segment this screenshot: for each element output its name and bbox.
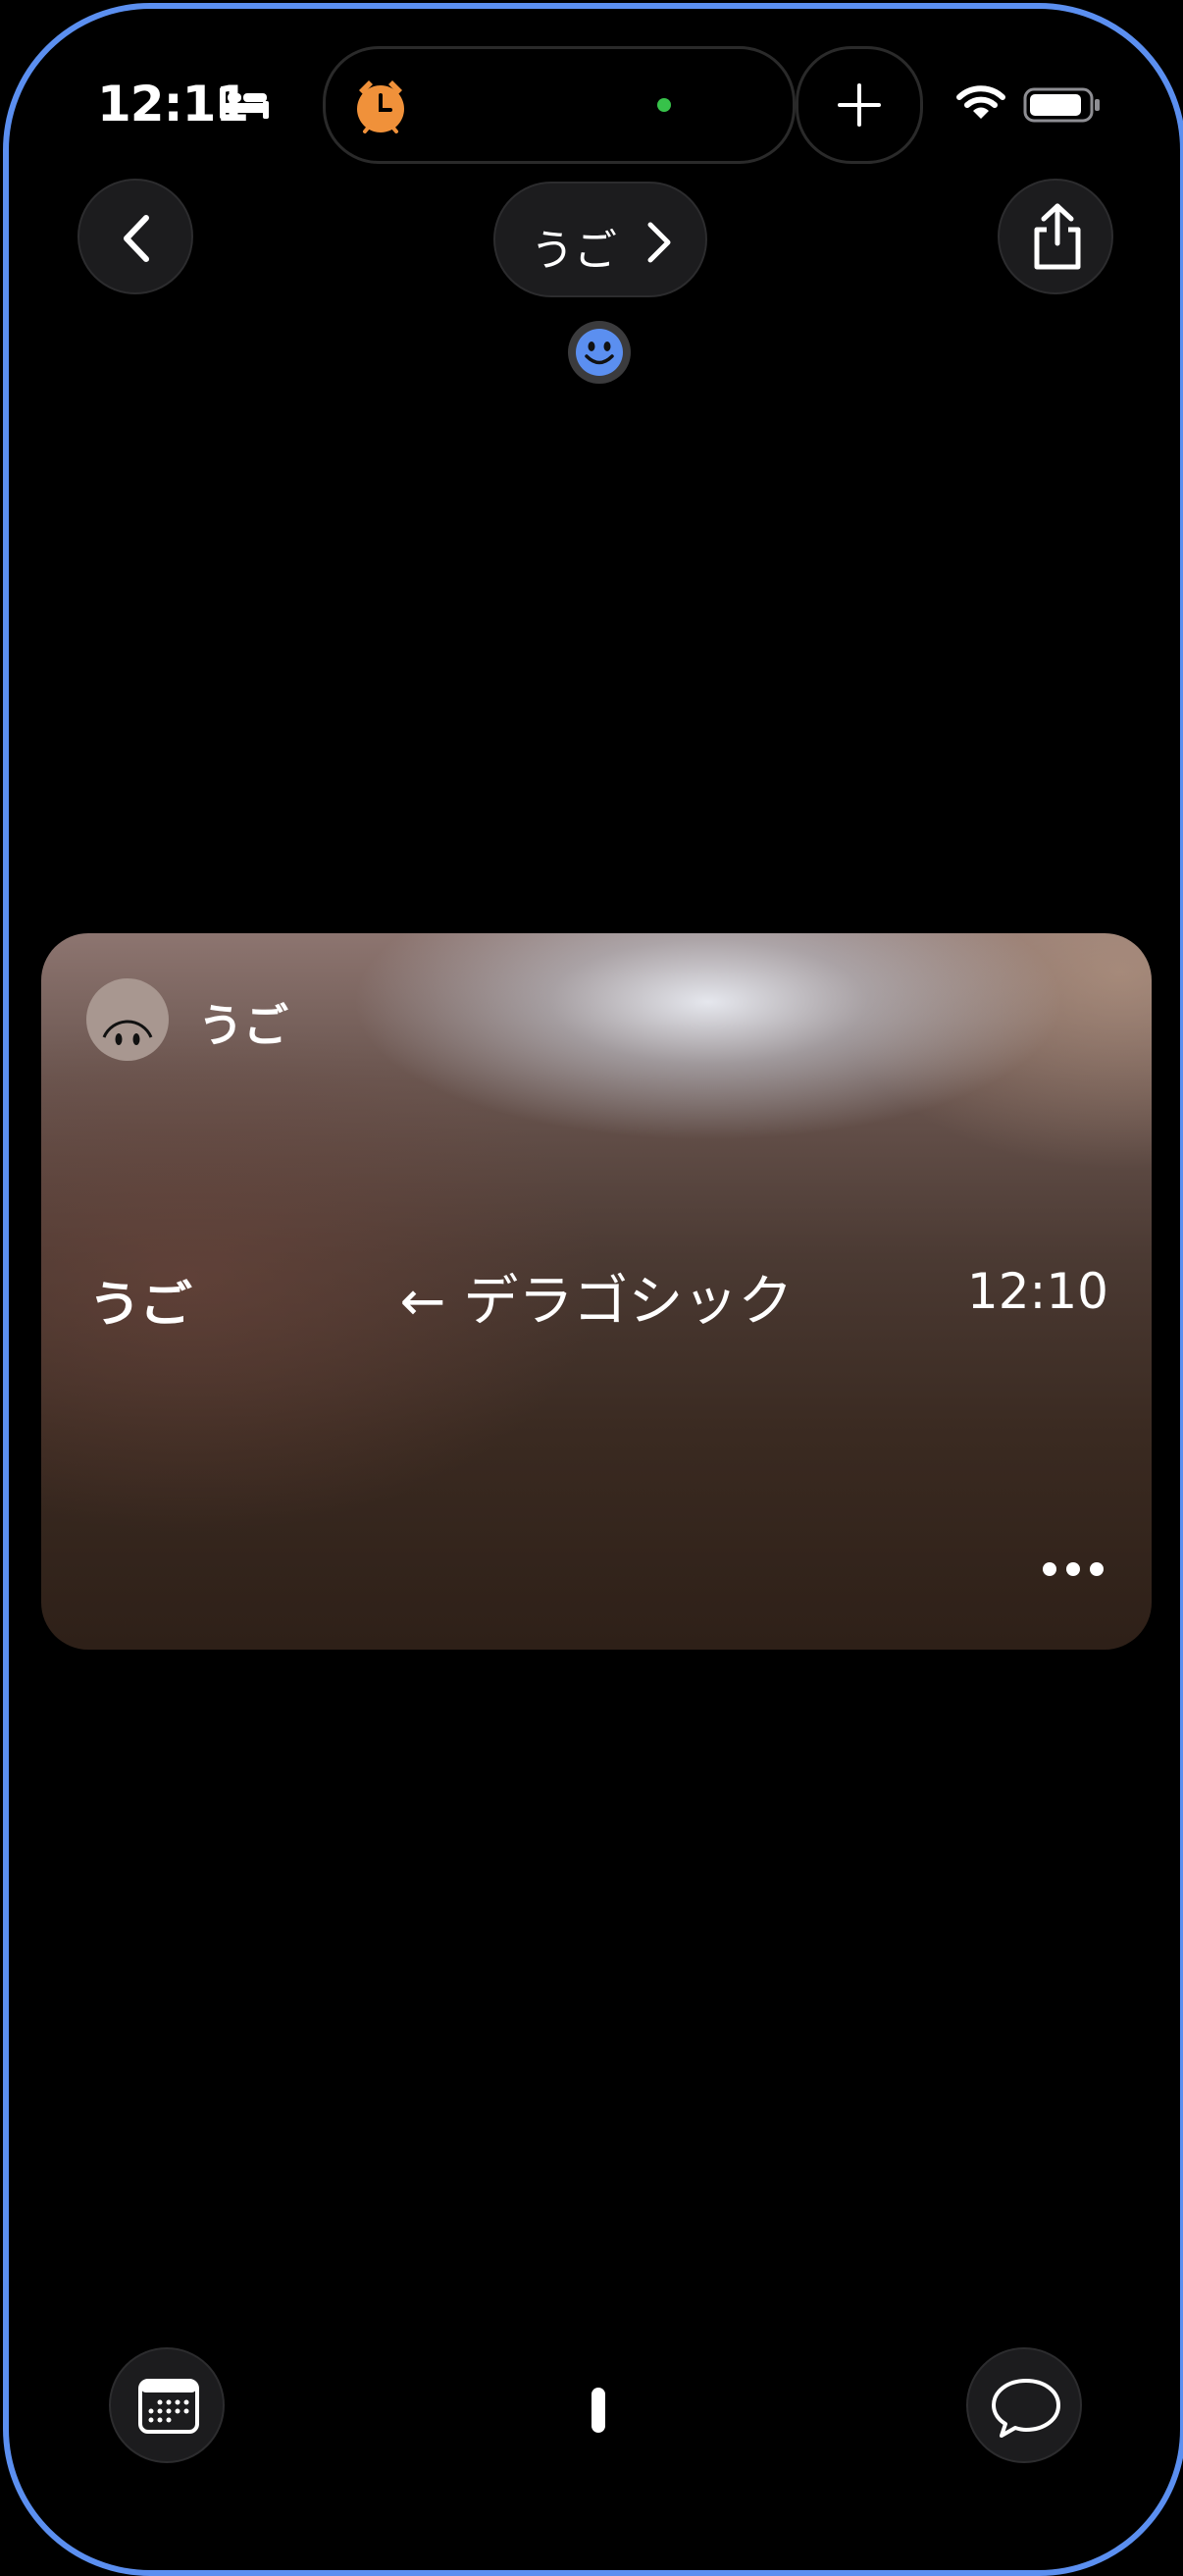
dynamic-island[interactable] xyxy=(323,46,796,164)
island-plus-button[interactable] xyxy=(796,46,923,164)
calendar-icon xyxy=(138,2379,199,2434)
chat-bubble-icon xyxy=(992,2379,1060,2438)
sender-name: うご xyxy=(198,999,288,1052)
chevron-left-icon xyxy=(124,215,149,262)
plus-icon xyxy=(838,83,881,127)
reaction-badge[interactable] xyxy=(568,321,631,384)
chat-button[interactable] xyxy=(966,2347,1082,2463)
camera-indicator-dot xyxy=(657,98,671,112)
share-icon xyxy=(1034,203,1081,270)
chevron-right-icon xyxy=(647,222,671,263)
conversation-title: うご xyxy=(531,226,617,276)
home-indicator[interactable] xyxy=(592,2388,605,2433)
avatar-face-icon xyxy=(102,1020,153,1045)
message-time: 12:10 xyxy=(966,1263,1108,1320)
calendar-button[interactable] xyxy=(109,2347,225,2463)
wifi-icon xyxy=(956,85,1005,119)
device-frame: 12:11 うご うご うご ← デラゴシック 12:10 xyxy=(3,3,1183,2576)
avatar[interactable] xyxy=(86,978,169,1061)
back-button[interactable] xyxy=(77,179,193,294)
message-card[interactable]: うご うご ← デラゴシック 12:10 xyxy=(41,933,1152,1650)
bed-icon xyxy=(220,87,269,119)
smiley-icon xyxy=(576,329,623,376)
share-button[interactable] xyxy=(998,179,1113,294)
battery-icon xyxy=(1023,87,1100,123)
ellipsis-icon[interactable] xyxy=(1042,1559,1105,1579)
conversation-title-button[interactable]: うご xyxy=(493,182,707,297)
alarm-icon xyxy=(357,80,404,133)
